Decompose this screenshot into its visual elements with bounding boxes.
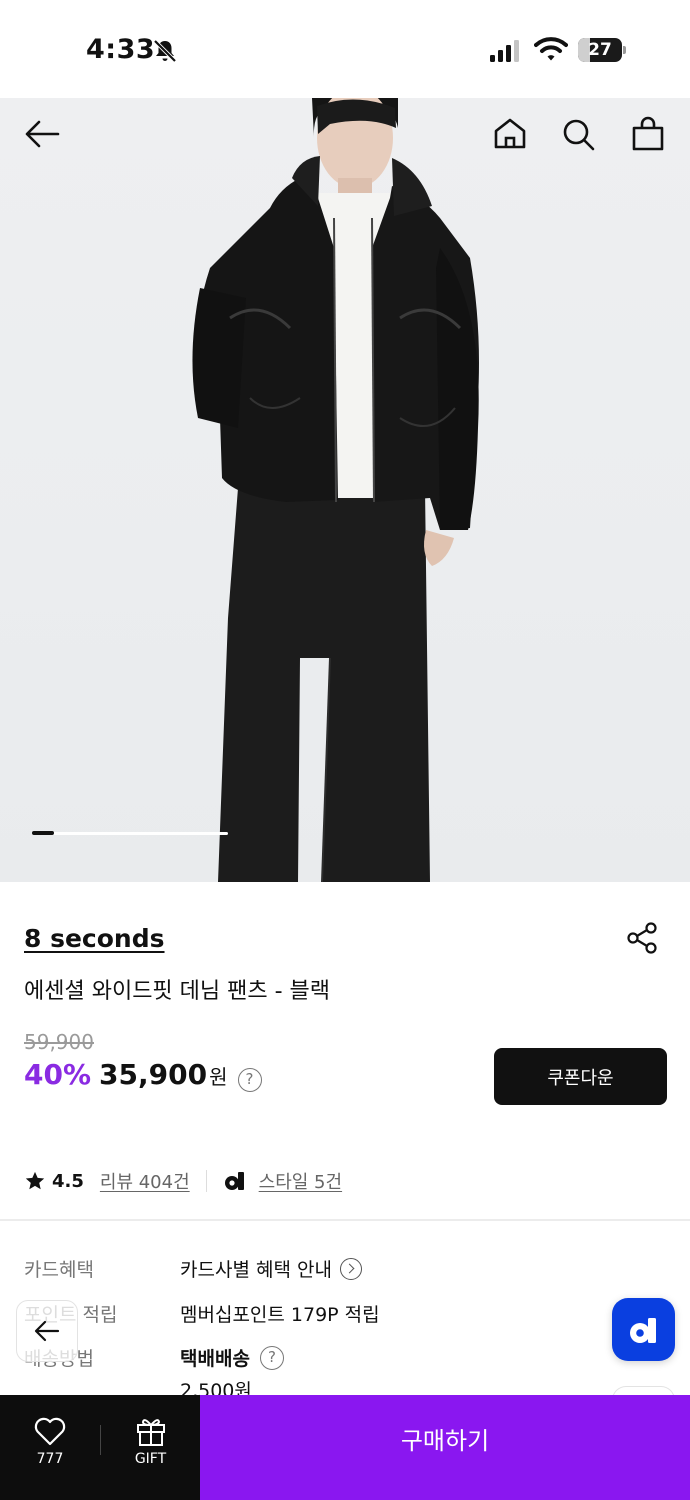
brand-link[interactable]: 8 seconds bbox=[24, 924, 165, 953]
brand-d-logo-icon bbox=[629, 1317, 656, 1343]
back-arrow-icon bbox=[34, 1320, 60, 1342]
shipping-method-value: 택배배송 ? bbox=[180, 1344, 284, 1371]
buy-button[interactable]: 구매하기 bbox=[200, 1395, 690, 1500]
gift-icon bbox=[136, 1419, 165, 1446]
chevron-right-circle-icon bbox=[339, 1257, 362, 1280]
discount-rate: 40% bbox=[24, 1058, 92, 1091]
coupon-download-button[interactable]: 쿠폰다운 bbox=[494, 1048, 667, 1105]
status-bar: 4:33 27 bbox=[0, 0, 690, 98]
gallery-progress bbox=[32, 831, 228, 835]
battery-indicator: 27 bbox=[578, 38, 626, 62]
bell-muted-icon bbox=[153, 39, 177, 63]
card-benefit-link[interactable]: 카드사별 혜택 안내 bbox=[180, 1255, 362, 1282]
product-image[interactable] bbox=[0, 98, 690, 882]
product-name: 에센셜 와이드핏 데님 팬츠 - 블랙 bbox=[24, 979, 331, 1004]
rating-row: 4.5 리뷰 404건 스타일 5건 bbox=[24, 1166, 342, 1196]
price-help-icon[interactable]: ? bbox=[237, 1068, 262, 1092]
card-benefit-label: 카드혜택 bbox=[24, 1259, 94, 1281]
status-time: 4:33 bbox=[86, 34, 156, 65]
shipping-method-text: 택배배송 bbox=[180, 1348, 250, 1370]
model-photo bbox=[192, 98, 479, 882]
gift-label: GIFT bbox=[134, 1451, 167, 1467]
back-arrow-icon[interactable] bbox=[22, 114, 62, 154]
floating-back-button[interactable] bbox=[16, 1300, 78, 1362]
gift-button[interactable]: GIFT bbox=[101, 1395, 200, 1500]
shipping-help-icon[interactable]: ? bbox=[259, 1345, 284, 1370]
original-price: 59,900 bbox=[24, 1030, 94, 1054]
currency-suffix: 원 bbox=[209, 1065, 228, 1089]
cellular-signal-icon bbox=[490, 40, 519, 62]
sale-price: 35,900 bbox=[99, 1058, 208, 1091]
points-value: 멤버십포인트 179P 적립 bbox=[180, 1300, 380, 1327]
gallery-progress-fill bbox=[32, 831, 54, 835]
rating-score: 4.5 bbox=[52, 1170, 84, 1192]
battery-tip bbox=[623, 46, 626, 54]
share-icon[interactable] bbox=[624, 920, 660, 956]
bottom-action-bar: 777 GIFT 구매하기 bbox=[0, 1395, 690, 1500]
styles-link[interactable]: 스타일 5건 bbox=[259, 1168, 342, 1194]
rating-divider bbox=[205, 1170, 207, 1192]
search-icon[interactable] bbox=[558, 114, 598, 154]
shopping-bag-icon[interactable] bbox=[628, 114, 668, 154]
floating-brand-button[interactable] bbox=[612, 1298, 675, 1361]
price-row: 40% 35,900 원 ? bbox=[24, 1058, 262, 1098]
reviews-link[interactable]: 리뷰 404건 bbox=[100, 1168, 190, 1194]
heart-icon bbox=[34, 1417, 66, 1446]
star-icon bbox=[25, 1171, 45, 1190]
home-icon[interactable] bbox=[490, 114, 530, 154]
like-count: 777 bbox=[36, 1451, 64, 1467]
like-button[interactable]: 777 bbox=[0, 1395, 100, 1500]
card-benefit-value: 카드사별 혜택 안내 bbox=[180, 1259, 332, 1281]
brand-d-logo-icon bbox=[224, 1172, 244, 1190]
battery-level: 27 bbox=[588, 40, 612, 60]
wifi-icon bbox=[534, 37, 568, 61]
points-value-text: 멤버십포인트 179P 적립 bbox=[180, 1304, 380, 1326]
section-divider bbox=[0, 1219, 690, 1221]
